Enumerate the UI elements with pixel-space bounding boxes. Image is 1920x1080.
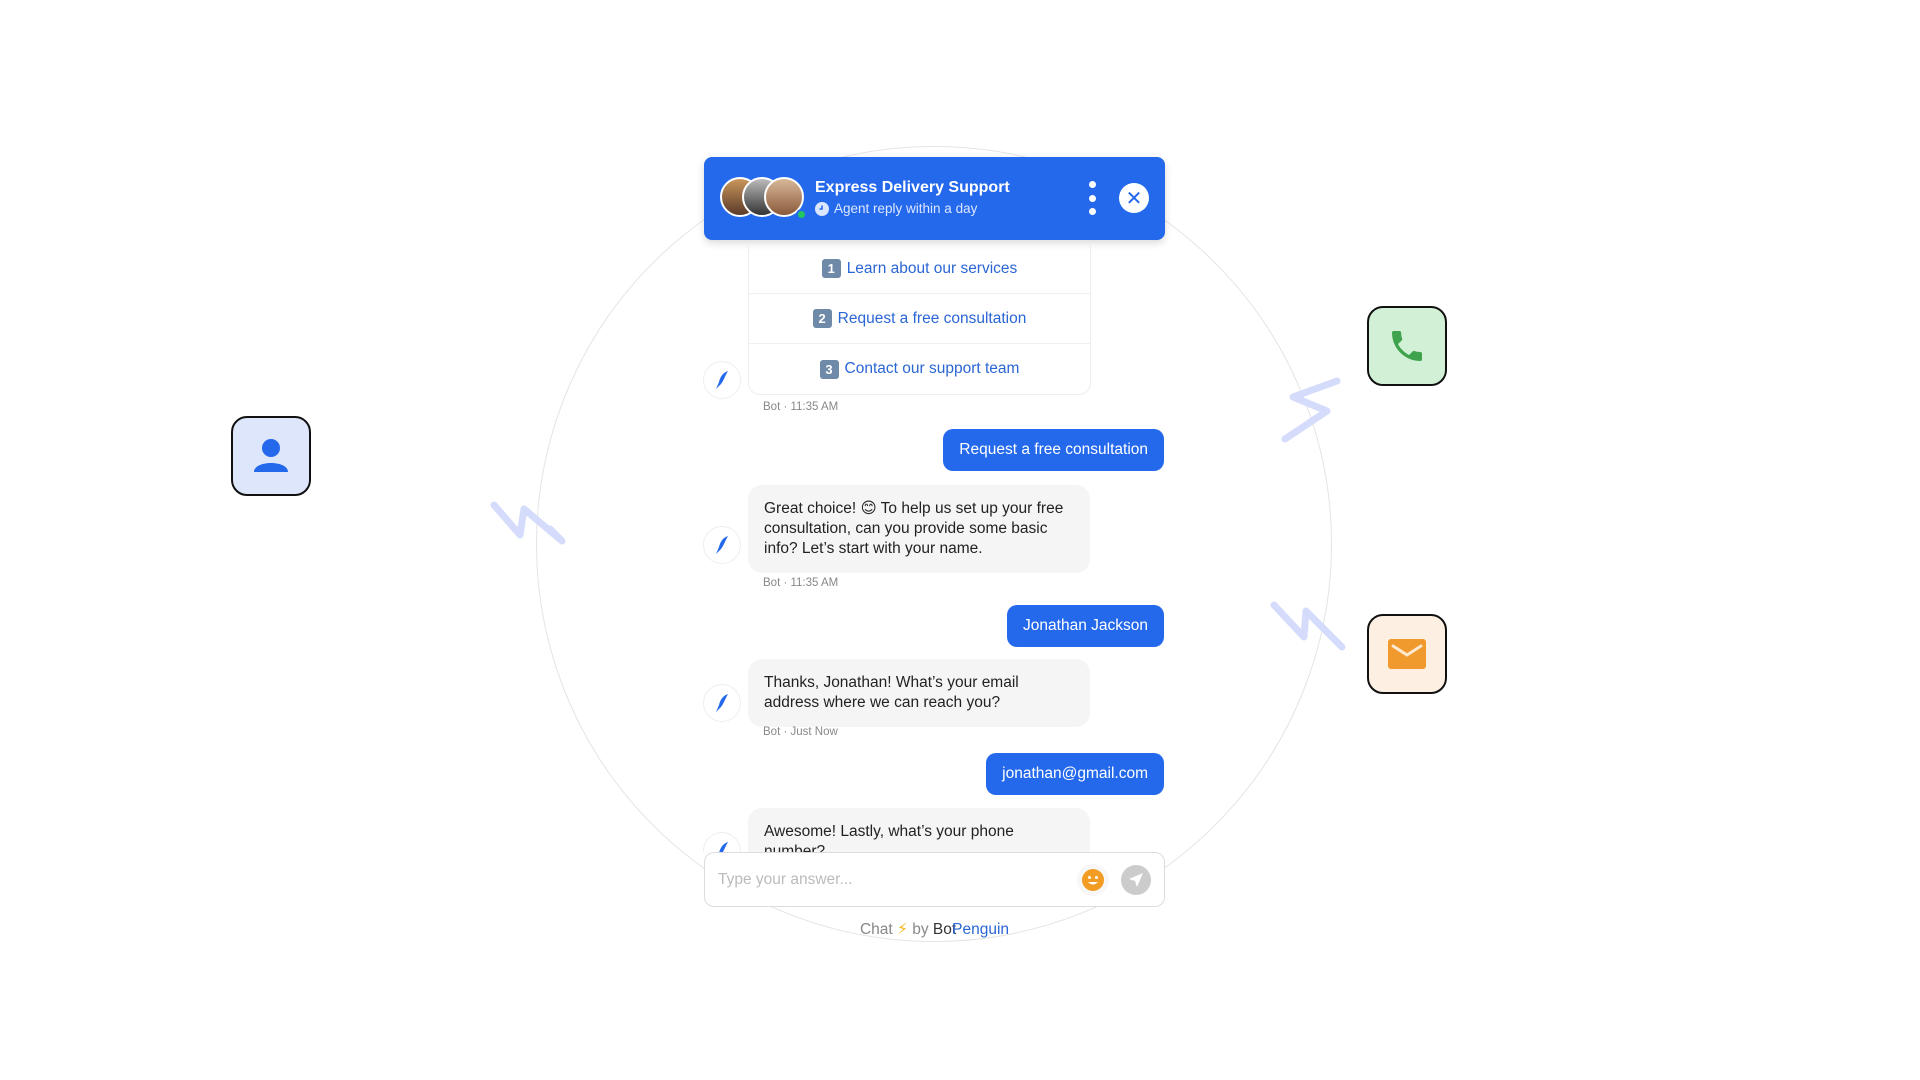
message-input-bar [704,852,1165,907]
bot-avatar [703,684,741,722]
more-options-button[interactable] [1085,181,1099,215]
message-timestamp: Bot · 11:35 AM [763,577,839,589]
option-number: 2 [812,309,832,328]
penguin-icon [716,694,728,712]
phone-card [1367,306,1447,386]
user-message: Request a free consultation [943,429,1164,471]
quick-reply-options: 1 Learn about our services 2 Request a fre… [748,244,1091,395]
bot-message: Great choice! 😊 To help us set up your f… [748,485,1090,573]
penguin-icon [716,536,728,554]
option-contact-support[interactable]: 3 Contact our support team [749,344,1090,394]
emoji-button[interactable] [1077,863,1109,896]
send-button[interactable] [1121,864,1151,895]
person-icon [254,439,288,472]
chat-subtitle: Agent reply within a day [815,201,977,216]
mail-icon [1388,639,1426,669]
powered-by-footer: Chat ⚡ by BotPenguin [704,920,1165,939]
clipped-message-area: Awesome! Lastly, what’s your phone numbe… [700,806,1170,852]
option-number: 3 [819,359,839,379]
option-learn-services[interactable]: 1 Learn about our services [749,244,1090,294]
bot-message: Awesome! Lastly, what’s your phone numbe… [748,808,1090,852]
zigzag-decoration-icon [490,501,566,545]
send-icon [1129,872,1143,887]
footer-chat-text: Chat [859,921,893,938]
user-message: Jonathan Jackson [1007,605,1164,647]
penguin-icon [716,371,728,389]
clock-icon [815,201,829,216]
phone-icon [1392,331,1422,361]
close-icon: ✕ [1125,187,1143,210]
user-message: jonathan@gmail.com [986,753,1164,795]
person-card [231,416,311,496]
zigzag-decoration-icon [1270,601,1346,651]
smiley-icon [1082,868,1104,891]
botpenguin-link[interactable]: BotPenguin [933,921,1009,938]
zigzag-decoration-icon [1281,377,1341,443]
bot-avatar [703,361,741,399]
message-timestamp: Bot · Just Now [763,726,838,738]
reply-time-text: Agent reply within a day [834,201,978,216]
chat-title: Express Delivery Support [815,179,1010,196]
online-indicator [796,209,807,220]
option-free-consultation[interactable]: 2 Request a free consultation [749,294,1090,344]
option-label: Request a free consultation [837,309,1027,327]
bot-avatar [703,526,741,564]
close-button[interactable]: ✕ [1119,183,1149,213]
lightning-icon: ⚡ [897,921,908,938]
bot-message: Thanks, Jonathan! What’s your email addr… [748,659,1090,727]
bot-avatar [703,832,741,852]
penguin-icon [719,842,728,852]
chat-header: Express Delivery Support Agent reply wit… [704,157,1165,240]
option-label: Contact our support team [844,360,1020,377]
answer-input[interactable] [718,870,1077,889]
message-timestamp: Bot · 11:35 AM [763,401,839,413]
option-number: 1 [821,259,841,278]
mail-card [1367,614,1447,694]
footer-by-text: by [912,921,929,938]
option-label: Learn about our services [846,259,1018,277]
